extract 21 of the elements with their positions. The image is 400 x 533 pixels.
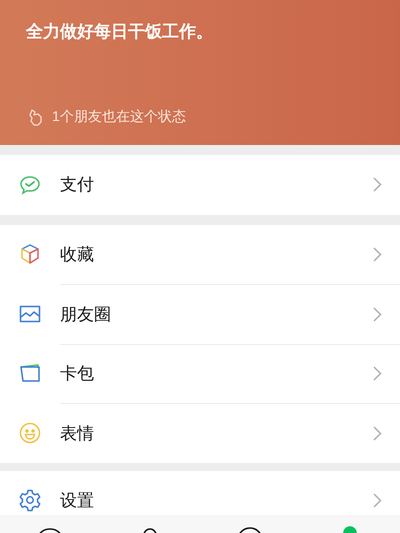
chevron-right-icon [373,492,382,508]
menu-item[interactable]: 朋友圈 [0,284,400,344]
menu-item[interactable]: 设置 [0,470,400,515]
menu-label: 表情 [60,422,95,444]
menu-item[interactable]: 卡包 [0,344,400,403]
smiley-icon [18,420,42,445]
chevron-right-icon [373,306,382,322]
settings-icon [18,488,42,512]
menu-label: 支付 [60,174,95,196]
menu-label: 朋友圈 [60,304,112,326]
menu-item[interactable]: 收藏 [0,224,400,284]
menu-item[interactable]: 支付 [0,155,400,214]
menu-label: 设置 [60,490,95,512]
chevron-right-icon [373,246,382,262]
menu-label: 卡包 [60,363,95,385]
chevron-right-icon [373,177,382,192]
menu-label: 收藏 [60,244,95,266]
chevron-right-icon [373,366,382,382]
status-text: 全力做好每日干饭工作。 [26,21,214,43]
chevron-right-icon [373,426,382,441]
menu-item[interactable]: 表情 [0,403,400,462]
